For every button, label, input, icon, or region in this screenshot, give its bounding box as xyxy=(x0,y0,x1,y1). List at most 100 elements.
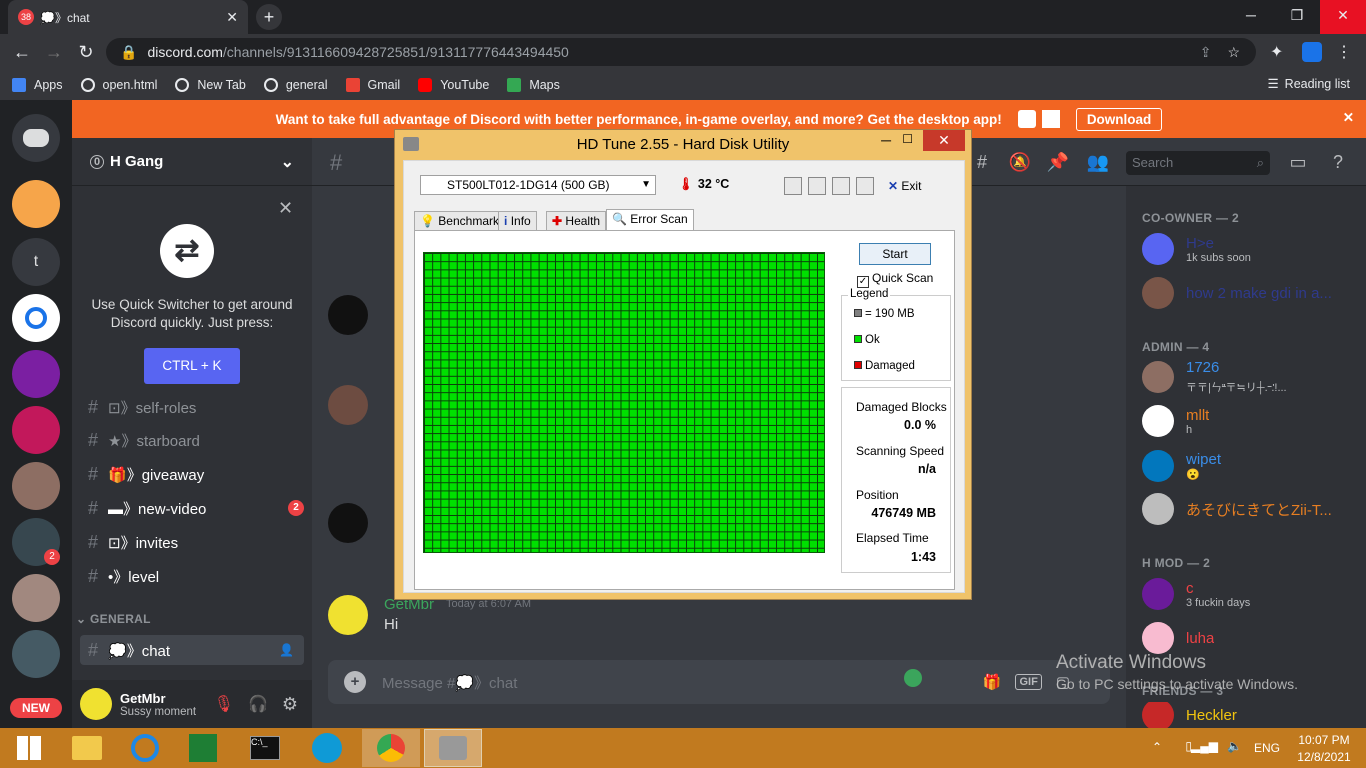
channel-self-roles[interactable]: # ⊡》self-roles xyxy=(88,392,304,422)
add-member-icon[interactable]: 👤 xyxy=(279,643,294,657)
store-icon[interactable] xyxy=(174,729,232,767)
discord-home-icon[interactable] xyxy=(12,114,60,162)
server-icon[interactable] xyxy=(12,180,60,228)
channel-starboard[interactable]: # ★》starboard xyxy=(88,425,304,455)
tab-benchmark[interactable]: 💡 Benchmark xyxy=(414,211,505,231)
search-input[interactable]: Search ⌕ xyxy=(1126,151,1270,175)
server-icon-t[interactable]: t xyxy=(12,238,60,286)
close-banner-icon[interactable]: ✕ xyxy=(1343,110,1354,126)
channel-invites[interactable]: # ⊡》invites xyxy=(88,527,304,557)
tab-info[interactable]: i Info xyxy=(498,211,537,231)
avatar[interactable] xyxy=(80,688,112,720)
bookmark-new-tab[interactable]: New Tab xyxy=(175,78,246,92)
pin-icon[interactable]: 📌 xyxy=(1046,152,1070,176)
close-icon[interactable]: ✕ xyxy=(278,198,293,219)
close-tab-icon[interactable]: ✕ xyxy=(226,9,238,26)
server-icon[interactable] xyxy=(12,462,60,510)
minimize-icon[interactable]: ─ xyxy=(881,132,891,148)
file-explorer-icon[interactable] xyxy=(58,729,116,767)
server-icon[interactable] xyxy=(12,630,60,678)
member-item[interactable]: Heckler xyxy=(1142,702,1362,728)
grammarly-icon[interactable] xyxy=(904,669,922,687)
internet-explorer-icon[interactable] xyxy=(116,729,174,767)
channel-giveaway[interactable]: # 🎁》giveaway xyxy=(88,459,304,489)
chevron-down-icon[interactable]: ⌄ xyxy=(281,152,294,172)
ctrl-k-button[interactable]: CTRL + K xyxy=(144,348,240,384)
chrome-icon[interactable] xyxy=(362,729,420,767)
channel-chat[interactable]: # 💭》chat 👤 xyxy=(80,635,304,665)
server-icon[interactable] xyxy=(12,294,60,342)
back-arrow-icon[interactable]: ← xyxy=(10,40,34,64)
member-item[interactable]: c3 fuckin days xyxy=(1142,573,1362,615)
menu-dots-icon[interactable]: ⋮ xyxy=(1336,42,1352,62)
message-composer[interactable]: + Message #💭》chat 🎁 GIF ▢ xyxy=(328,660,1110,704)
channel-level[interactable]: # •》level xyxy=(88,561,304,591)
language-indicator[interactable]: ENG xyxy=(1254,741,1280,755)
reading-list[interactable]: ☰ Reading list xyxy=(1267,76,1350,91)
category-general[interactable]: ⌄ GENERAL xyxy=(76,612,151,626)
new-tab-button[interactable]: + xyxy=(256,4,282,30)
gift-icon[interactable]: 🎁 xyxy=(983,673,1002,691)
help-icon[interactable]: ? xyxy=(1326,152,1350,176)
attach-plus-icon[interactable]: + xyxy=(344,671,366,693)
guild-header[interactable]: 0 H Gang ⌄ xyxy=(72,138,312,186)
notification-mute-icon[interactable]: 🔕 xyxy=(1008,152,1032,176)
tray-chevron-icon[interactable]: ⌃ xyxy=(1152,740,1162,754)
share-icon[interactable]: ⇪ xyxy=(1200,44,1212,61)
tab-health[interactable]: ✚ Health xyxy=(546,211,607,231)
bookmark-gmail[interactable]: Gmail xyxy=(345,78,400,92)
command-prompt-icon[interactable]: C:\_ xyxy=(236,729,294,767)
start-windows-icon[interactable] xyxy=(0,729,58,767)
profile-avatar[interactable] xyxy=(1302,42,1322,62)
bookmark-maps[interactable]: Maps xyxy=(507,78,560,92)
clock-date[interactable]: 12/8/2021 xyxy=(1294,750,1354,764)
headphones-icon[interactable]: 🎧 xyxy=(248,694,268,714)
tab-error-scan[interactable]: 🔍 Error Scan xyxy=(606,209,694,231)
clock-time[interactable]: 10:07 PM xyxy=(1294,733,1354,747)
restore-icon[interactable]: ❐ xyxy=(1274,0,1320,34)
save-icon[interactable] xyxy=(832,177,850,195)
channel-new-video[interactable]: # ▬》new-video 2 xyxy=(88,493,304,523)
drive-select[interactable]: ST500LT012-1DG14 (500 GB) ▼ xyxy=(420,175,656,195)
edge-icon[interactable] xyxy=(298,729,356,767)
minimize-icon[interactable]: ─ xyxy=(1228,0,1274,34)
member-list-icon[interactable]: 👥 xyxy=(1086,152,1110,176)
server-icon[interactable] xyxy=(12,350,60,398)
bookmark-youtube[interactable]: YouTube xyxy=(418,78,489,92)
reload-icon[interactable]: ↻ xyxy=(74,40,98,64)
browser-tab[interactable]: 38 💭》chat ✕ xyxy=(8,0,248,34)
mute-mic-icon[interactable]: 🎙 xyxy=(214,694,234,714)
maximize-icon[interactable]: ☐ xyxy=(902,132,913,146)
download-button[interactable]: Download xyxy=(1075,107,1163,131)
start-button[interactable]: Start xyxy=(859,243,931,265)
bookmark-star-icon[interactable]: ☆ xyxy=(1227,44,1240,61)
close-window-icon[interactable]: ✕ xyxy=(1320,0,1366,34)
options-icon[interactable] xyxy=(856,177,874,195)
member-item[interactable]: 1726 〒〒|ㄣ᠊ᡃᡃ᠊ᡃᡃ〒≒リ┼.᠊᠊.ᡃᡃ!... xyxy=(1142,356,1362,398)
quick-scan-checkbox[interactable]: ✓ Quick Scan xyxy=(857,271,933,288)
server-icon[interactable] xyxy=(12,574,60,622)
address-bar[interactable]: 🔒 discord.com/channels/91311660942872585… xyxy=(106,38,1256,66)
bookmark-open-html[interactable]: open.html xyxy=(80,78,157,92)
bookmark-general[interactable]: general xyxy=(263,78,328,92)
extensions-icon[interactable]: ✦ xyxy=(1270,42,1283,62)
network-icon[interactable]: ▂▄▆ xyxy=(1191,739,1218,753)
close-window-icon[interactable]: ✕ xyxy=(923,130,965,151)
copy-text-icon[interactable] xyxy=(784,177,802,195)
member-item[interactable]: wipet 😮 xyxy=(1142,445,1362,487)
bookmark-apps[interactable]: Apps xyxy=(12,78,63,92)
hd-tune-taskbar-icon[interactable] xyxy=(424,729,482,767)
volume-icon[interactable]: 🔈 xyxy=(1227,739,1242,753)
server-icon[interactable] xyxy=(12,406,60,454)
gif-icon[interactable]: GIF xyxy=(1015,674,1042,690)
inbox-icon[interactable]: ▭ xyxy=(1286,152,1310,176)
gear-icon[interactable]: ⚙ xyxy=(282,694,298,715)
member-item[interactable]: あそびにきてとZii-T... xyxy=(1142,488,1362,530)
member-item[interactable]: mllt h xyxy=(1142,400,1362,442)
exit-button[interactable]: ✕ Exit xyxy=(888,179,921,193)
forward-arrow-icon[interactable]: → xyxy=(42,40,66,64)
threads-icon[interactable]: # xyxy=(970,152,994,176)
member-item[interactable]: H>e 1k subs soon xyxy=(1142,228,1362,270)
copy-screenshot-icon[interactable] xyxy=(808,177,826,195)
member-item[interactable]: how 2 make gdi in a... xyxy=(1142,272,1362,314)
